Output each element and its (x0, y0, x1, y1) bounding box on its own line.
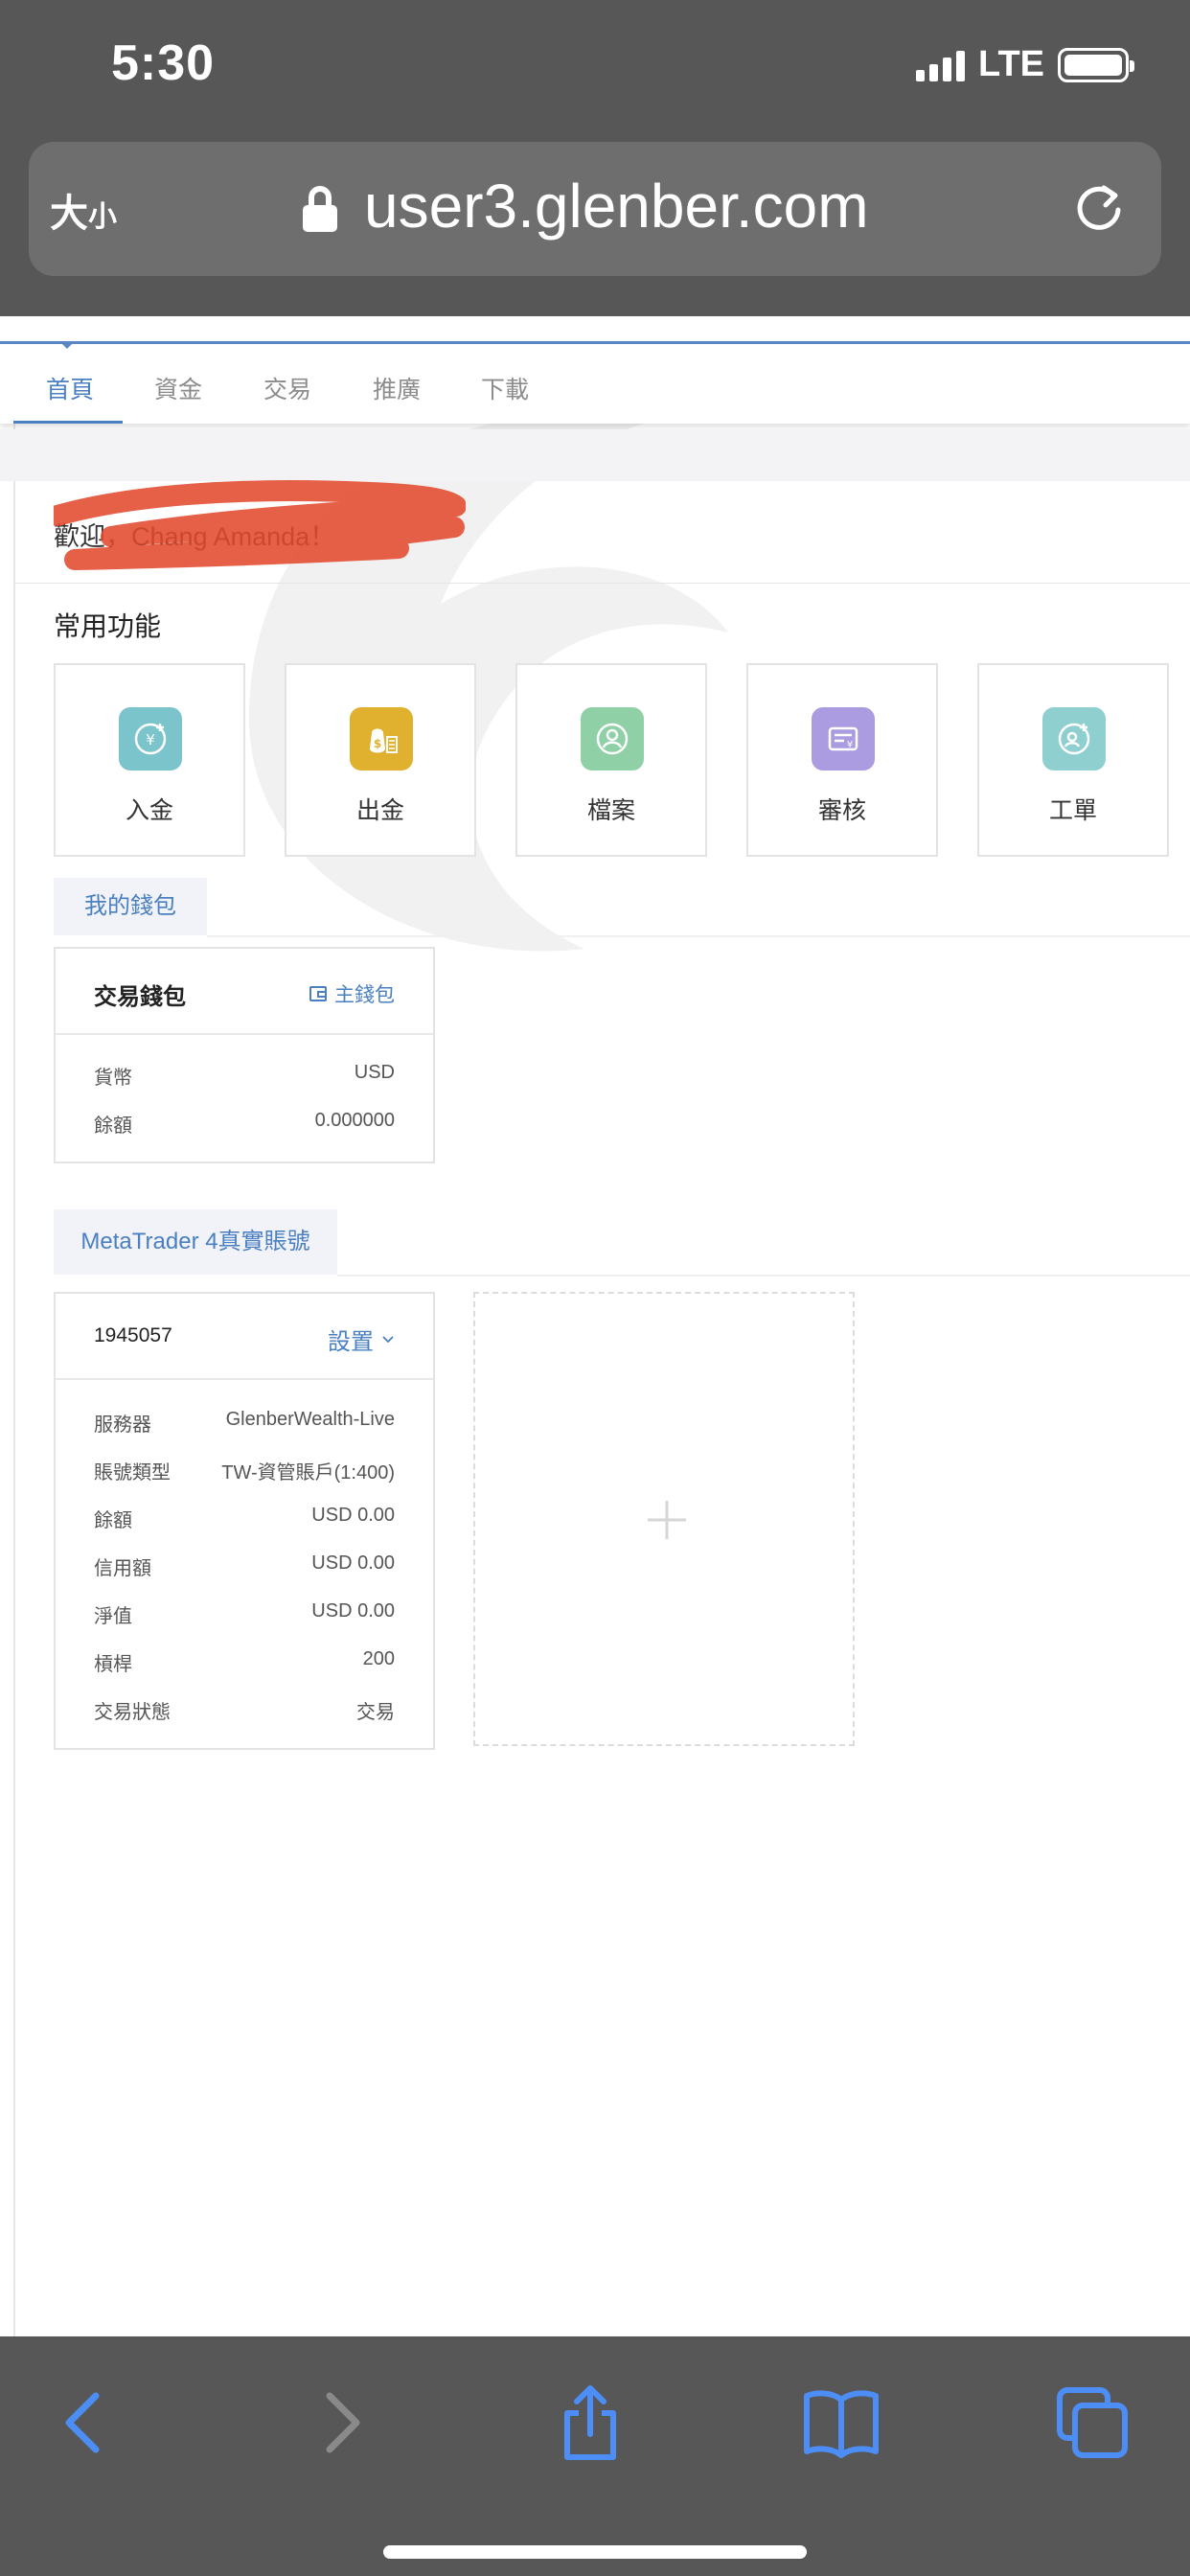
card-header: 1945057 設置 (56, 1294, 433, 1380)
browser-bottom-toolbar (0, 2336, 1190, 2576)
welcome-divider (13, 583, 1190, 584)
withdraw-icon: $ (350, 707, 413, 770)
row-key: 賬號類型 (94, 1462, 171, 1484)
network-type: LTE (978, 44, 1044, 84)
row-value: USD (354, 1062, 395, 1083)
chevron-down-icon (382, 1335, 394, 1343)
bookmarks-icon[interactable] (803, 2384, 880, 2461)
svg-text:¥: ¥ (847, 740, 853, 750)
row-key: 服務器 (94, 1414, 151, 1436)
web-page: 首頁 資金 交易 推廣 下載 歡迎，Chang Amanda！ 常用功能 ¥ 入… (0, 316, 1190, 2336)
row-key: 餘額 (94, 1116, 132, 1137)
wallet-icon (309, 986, 327, 1001)
tab-mt4-live-accounts[interactable]: MetaTrader 4真實賬號 (54, 1209, 337, 1275)
quick-functions-title: 常用功能 (54, 611, 162, 641)
func-label: 工單 (1048, 797, 1097, 824)
text-size-small: 小 (88, 201, 117, 233)
func-card-review[interactable]: ¥ 審核 (746, 663, 938, 857)
plus-icon (648, 1501, 686, 1539)
settings-dropdown[interactable]: 設置 (328, 1322, 395, 1356)
text-size-big: 大 (50, 193, 88, 235)
tabs-icon[interactable] (1054, 2384, 1131, 2461)
left-rail (13, 422, 15, 2336)
top-nav: 首頁 資金 交易 推廣 下載 (0, 341, 1190, 424)
card-header: 交易錢包 主錢包 (56, 949, 433, 1035)
mt4-account-card: 1945057 設置 服務器 GlenberWealth-Live 賬號類型 T… (54, 1292, 435, 1750)
url-text[interactable]: user3.glenber.com (364, 171, 869, 242)
row-key: 槓桿 (94, 1654, 132, 1675)
header-band (0, 429, 1190, 481)
nav-caret-icon (59, 341, 75, 349)
tab-my-wallet[interactable]: 我的錢包 (54, 878, 207, 935)
row-key: 交易狀態 (94, 1702, 171, 1723)
address-bar[interactable]: 大小 user3.glenber.com (29, 142, 1161, 276)
home-indicator (383, 2545, 807, 2559)
row-key: 信用額 (94, 1558, 151, 1579)
row-key: 貨幣 (94, 1068, 132, 1089)
func-label: 審核 (817, 797, 866, 824)
func-card-deposit[interactable]: ¥ 入金 (54, 663, 245, 857)
row-value: TW-資管賬戶(1:400) (221, 1462, 395, 1484)
main-wallet-link[interactable]: 主錢包 (309, 979, 395, 1008)
back-icon[interactable] (46, 2384, 123, 2461)
status-indicators: LTE (916, 44, 1134, 85)
func-label: 入金 (125, 797, 173, 824)
tab-promotion[interactable]: 推廣 (373, 371, 421, 405)
card-title: 交易錢包 (94, 984, 186, 1010)
tab-download[interactable]: 下載 (481, 371, 529, 405)
mt4-tab-line (337, 1275, 1190, 1276)
forward-icon[interactable] (303, 2384, 379, 2461)
profile-icon (581, 707, 644, 770)
deposit-icon: ¥ (119, 707, 182, 770)
signal-icon (916, 49, 966, 81)
svg-text:$: $ (374, 737, 381, 750)
add-account-button[interactable] (473, 1292, 855, 1746)
func-card-withdraw[interactable]: $ 出金 (285, 663, 476, 857)
wallet-tab-line (207, 935, 1190, 937)
settings-label: 設置 (328, 1329, 374, 1355)
row-value: USD 0.00 (311, 1505, 395, 1526)
lock-icon (303, 186, 337, 232)
tab-home[interactable]: 首頁 (46, 371, 94, 405)
trading-wallet-card: 交易錢包 主錢包 貨幣 USD 餘額 0.000000 (54, 947, 435, 1163)
ticket-icon (1042, 707, 1106, 770)
row-value: GlenberWealth-Live (225, 1409, 395, 1430)
func-label: 檔案 (586, 797, 635, 824)
redaction-scribble (54, 480, 466, 570)
row-value: 0.000000 (314, 1110, 395, 1131)
active-tab-underline (13, 421, 123, 424)
func-card-profile[interactable]: 檔案 (515, 663, 707, 857)
row-value: 200 (362, 1648, 395, 1669)
reload-icon[interactable] (1071, 180, 1127, 236)
row-value: 交易 (356, 1702, 395, 1723)
tab-trade[interactable]: 交易 (263, 371, 311, 405)
status-time: 5:30 (111, 35, 216, 91)
account-number: 1945057 (94, 1324, 172, 1346)
battery-icon (1058, 47, 1134, 82)
row-key: 淨值 (94, 1606, 132, 1627)
text-size-button[interactable]: 大小 (50, 182, 117, 238)
row-value: USD 0.00 (311, 1552, 395, 1574)
svg-text:¥: ¥ (146, 731, 155, 748)
main-wallet-label: 主錢包 (334, 984, 395, 1006)
func-label: 出金 (355, 797, 404, 824)
browser-top-chrome: 5:30 LTE 大小 user3.glenber.com (0, 0, 1190, 316)
share-icon[interactable] (552, 2384, 629, 2461)
tab-funds[interactable]: 資金 (154, 371, 202, 405)
row-key: 餘額 (94, 1510, 132, 1531)
func-card-ticket[interactable]: 工單 (977, 663, 1169, 857)
review-icon: ¥ (812, 707, 875, 770)
row-value: USD 0.00 (311, 1600, 395, 1622)
